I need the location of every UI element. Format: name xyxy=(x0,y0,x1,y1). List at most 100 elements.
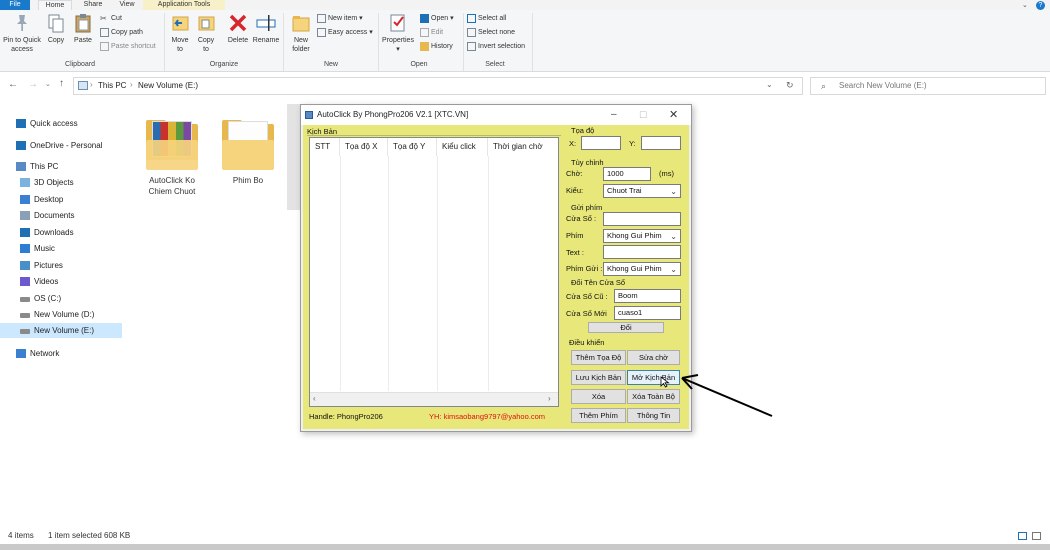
sidebar-item-documents[interactable]: Documents xyxy=(0,208,122,223)
status-bar: 4 items 1 item selected 608 KB xyxy=(0,528,1050,544)
properties-button[interactable]: Properties ▾ xyxy=(380,12,416,54)
forward-arrow-icon[interactable]: → xyxy=(28,79,38,90)
easy-access-button[interactable]: Easy access ▾ xyxy=(317,27,373,39)
select-none-button[interactable]: Select none xyxy=(467,27,515,39)
ms-label: (ms) xyxy=(659,169,674,178)
details-view-icon[interactable] xyxy=(1018,532,1027,540)
window-field[interactable] xyxy=(603,212,681,226)
sidebar-item-videos[interactable]: Videos xyxy=(0,274,122,289)
maximize-icon[interactable]: ☐ xyxy=(639,105,647,125)
help-icon[interactable]: ? xyxy=(1036,1,1045,10)
sidebar-item-os-c[interactable]: OS (C:) xyxy=(0,291,122,306)
file-label-phim-bo[interactable]: Phim Bo xyxy=(212,175,284,186)
cut-button[interactable]: ✂ Cut xyxy=(100,13,122,25)
x-field[interactable] xyxy=(581,136,621,150)
column-x[interactable]: Tọa độ X xyxy=(340,138,388,156)
sendkey2-select[interactable]: Khong Gui Phim ⌄ xyxy=(603,262,681,276)
horizontal-scrollbar[interactable]: ‹ › xyxy=(310,392,558,406)
minimize-icon[interactable]: – xyxy=(611,105,617,125)
up-arrow-icon[interactable]: ↑ xyxy=(59,78,64,89)
chevron-down-icon: ⌄ xyxy=(670,265,677,274)
back-arrow-icon[interactable]: ← xyxy=(8,79,18,90)
scroll-right-icon[interactable]: › xyxy=(548,394,551,403)
tab-application-tools[interactable]: Application Tools xyxy=(143,0,225,10)
sidebar-item-new-volume-d[interactable]: New Volume (D:) xyxy=(0,307,122,322)
address-dropdown-icon[interactable]: ⌄ xyxy=(766,80,773,89)
text-field[interactable] xyxy=(603,245,681,259)
old-window-field[interactable]: Boom xyxy=(614,289,681,303)
yahoo-contact-text: YH: kimsaobang9797@yahoo.com xyxy=(429,412,546,421)
sidebar-item-new-volume-e[interactable]: New Volume (E:) xyxy=(0,323,122,338)
add-coord-button[interactable]: Thêm Tọa Độ xyxy=(571,350,626,365)
dialog-title-bar[interactable]: AutoClick By PhongPro206 V2.1 [XTC.VN] –… xyxy=(301,105,691,125)
paste-shortcut-button[interactable]: Paste shortcut xyxy=(100,41,156,53)
copy-to-button[interactable]: Copy to xyxy=(194,12,218,54)
refresh-icon[interactable]: ↻ xyxy=(786,80,794,91)
folder-autoclick[interactable] xyxy=(146,116,198,170)
file-label-autoclick[interactable]: AutoClick Ko Chiem Chuot xyxy=(136,175,208,197)
sidebar-item-onedrive-personal[interactable]: OneDrive - Personal xyxy=(0,138,122,153)
close-icon[interactable]: ✕ xyxy=(669,105,678,125)
wait-field[interactable]: 1000 xyxy=(603,167,651,181)
folder-phim-bo[interactable] xyxy=(222,116,274,170)
select-all-button[interactable]: Select all xyxy=(467,13,506,25)
column-y[interactable]: Tọa độ Y xyxy=(388,138,437,156)
key-select[interactable]: Khong Gui Phim ⌄ xyxy=(603,229,681,243)
search-input[interactable]: ⌕ Search New Volume (E:) xyxy=(810,77,1046,95)
save-script-button[interactable]: Lưu Kịch Bản xyxy=(571,370,626,385)
y-field[interactable] xyxy=(641,136,681,150)
pin-to-quick-access-button[interactable]: Pin to Quick access xyxy=(2,12,42,54)
copy-button[interactable]: Copy xyxy=(44,12,68,45)
rename-button[interactable]: Rename xyxy=(252,12,280,45)
edit-wait-button[interactable]: Sửa chờ xyxy=(627,350,680,365)
script-list[interactable]: STT Tọa độ X Tọa độ Y Kiểu click Thời gi… xyxy=(309,137,559,407)
sidebar-item-3d-objects[interactable]: 3D Objects xyxy=(0,175,122,190)
delete-all-button[interactable]: Xóa Toàn Bộ xyxy=(627,389,680,404)
edit-icon xyxy=(420,27,429,37)
info-button[interactable]: Thông Tin xyxy=(627,408,680,423)
tab-file[interactable]: File xyxy=(0,0,30,10)
move-to-button[interactable]: Move to xyxy=(168,12,192,54)
sidebar-item-desktop[interactable]: Desktop xyxy=(0,192,122,207)
sidebar-item-quick-access[interactable]: Quick access xyxy=(0,116,122,131)
new-folder-button[interactable]: New folder xyxy=(287,12,315,54)
invert-selection-button[interactable]: Invert selection xyxy=(467,41,525,53)
properties-label: Properties xyxy=(382,37,414,44)
copy-to-label: Copy xyxy=(197,37,215,44)
properties-dropdown-icon: ▾ xyxy=(396,46,400,53)
breadcrumb-this-pc[interactable]: This PC xyxy=(98,81,126,90)
column-stt[interactable]: STT xyxy=(310,138,340,156)
sidebar-item-label: OS (C:) xyxy=(34,294,62,303)
new-window-field[interactable]: cuaso1 xyxy=(614,306,681,320)
expand-ribbon-icon[interactable]: ⌄ xyxy=(1022,1,1028,9)
tab-view[interactable]: View xyxy=(112,0,142,10)
sidebar-item-music[interactable]: Music xyxy=(0,241,122,256)
paste-button[interactable]: Paste xyxy=(71,12,95,45)
delete-button[interactable]: Xóa xyxy=(571,389,626,404)
edit-button[interactable]: Edit xyxy=(420,27,443,39)
sidebar-item-pictures[interactable]: Pictures xyxy=(0,258,122,273)
sidebar-item-network[interactable]: Network xyxy=(0,346,122,361)
click-type-select[interactable]: Chuot Trai ⌄ xyxy=(603,184,681,198)
rename-window-button[interactable]: Đổi xyxy=(588,322,664,333)
add-key-button[interactable]: Thêm Phím xyxy=(571,408,626,423)
recent-locations-icon[interactable]: ⌄ xyxy=(45,80,51,88)
breadcrumb-new-volume-e[interactable]: New Volume (E:) xyxy=(138,81,198,90)
tab-home[interactable]: Home xyxy=(38,0,72,10)
autoclick-dialog: AutoClick By PhongPro206 V2.1 [XTC.VN] –… xyxy=(300,104,692,432)
copy-path-button[interactable]: Copy path xyxy=(100,27,143,39)
history-button[interactable]: History xyxy=(420,41,453,53)
open-button[interactable]: Open ▾ xyxy=(420,13,454,25)
column-divider xyxy=(488,156,489,391)
large-icons-view-icon[interactable] xyxy=(1032,532,1041,540)
sidebar-item-this-pc[interactable]: This PC xyxy=(0,159,122,174)
column-click-type[interactable]: Kiểu click xyxy=(437,138,488,156)
delete-button[interactable]: Delete xyxy=(225,12,251,45)
column-wait-time[interactable]: Thời gian chờ xyxy=(488,138,558,156)
tab-share[interactable]: Share xyxy=(78,0,108,10)
address-bar[interactable]: › This PC › New Volume (E:) ⌄ ↻ xyxy=(73,77,803,95)
scroll-left-icon[interactable]: ‹ xyxy=(313,394,316,403)
new-item-button[interactable]: New item ▾ xyxy=(317,13,363,25)
sidebar-item-downloads[interactable]: Downloads xyxy=(0,225,122,240)
open-script-button[interactable]: Mở Kịch Bản xyxy=(627,370,680,385)
